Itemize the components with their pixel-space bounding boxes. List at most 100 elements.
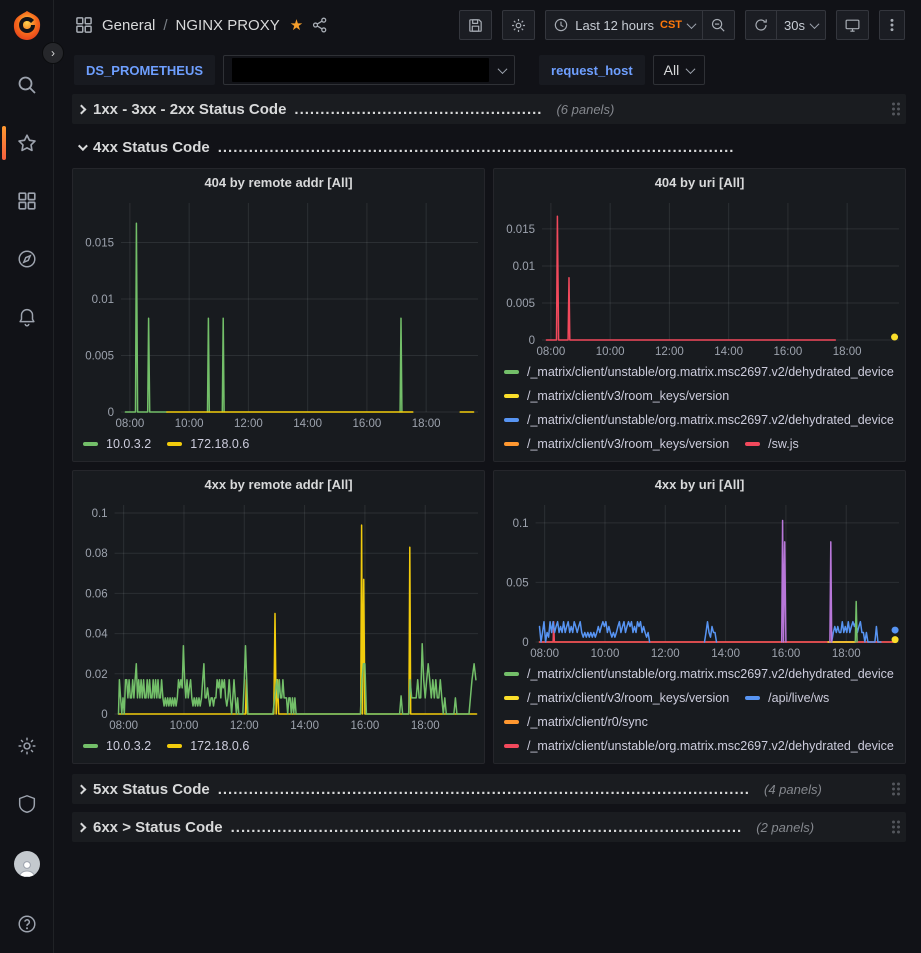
row-panel-count: (2 panels)	[756, 820, 814, 835]
zoom-out-icon	[710, 17, 727, 34]
dashboard-variables-bar: DS_PROMETHEUS request_host All	[54, 50, 921, 90]
legend-swatch	[167, 744, 182, 748]
shield-icon	[16, 793, 38, 815]
panel-header[interactable]: 404 by uri [All]	[494, 169, 905, 195]
panel-title: 404 by remote addr [All]	[204, 175, 352, 190]
row-drag-handle[interactable]	[892, 103, 900, 116]
zoom-out-button[interactable]	[703, 10, 735, 40]
chevron-down-icon	[686, 64, 696, 74]
time-range-picker[interactable]: Last 12 hours CST	[545, 10, 703, 40]
sidebar-item-configuration[interactable]	[14, 731, 40, 761]
refresh-interval-picker[interactable]: 30s	[777, 10, 826, 40]
share-icon[interactable]	[311, 16, 329, 34]
time-series-chart[interactable]: 08:0010:0012:0014:0016:0018:0000.0050.01…	[494, 195, 905, 361]
panel-title: 4xx by remote addr [All]	[204, 477, 352, 492]
legend-item[interactable]: /api/live/ws	[745, 689, 829, 706]
svg-text:10:00: 10:00	[175, 418, 204, 430]
legend-item[interactable]: /_matrix/client/unstable/org.matrix.msc2…	[504, 363, 894, 380]
gear-icon	[16, 735, 38, 757]
sidebar-item-explore[interactable]	[0, 244, 53, 274]
row-dots: ........................................…	[218, 139, 735, 156]
panel-title: 404 by uri [All]	[655, 175, 745, 190]
legend-item[interactable]: /_matrix/client/v3/room_keys/version	[504, 435, 729, 452]
legend-item[interactable]: /_matrix/client/r0/sync	[504, 713, 648, 730]
svg-text:0.015: 0.015	[506, 224, 535, 236]
legend-label: 172.18.0.6	[190, 437, 249, 451]
svg-text:0.01: 0.01	[513, 261, 535, 273]
panel-404-by-remote-addr: 404 by remote addr [All] 08:0010:0012:00…	[72, 168, 485, 462]
legend-item[interactable]: /_matrix/client/v3/room_keys/version	[504, 689, 729, 706]
breadcrumb: General / NGINX PROXY ★	[74, 15, 329, 35]
svg-text:14:00: 14:00	[293, 418, 322, 430]
request-host-variable-label[interactable]: request_host	[539, 55, 645, 85]
sidebar-item-starred[interactable]	[0, 128, 53, 158]
row-header-1xx-3xx-2xx[interactable]: 1xx - 3xx - 2xx Status Code ............…	[72, 94, 906, 124]
sidebar-item-alerting[interactable]	[0, 302, 53, 332]
sidebar-expand-button[interactable]: ›	[42, 42, 64, 64]
tv-mode-button[interactable]	[836, 10, 869, 40]
favorite-star-icon[interactable]: ★	[290, 16, 303, 34]
legend-item[interactable]: /_matrix/client/unstable/org.matrix.msc2…	[504, 665, 894, 682]
sidebar-item-dashboards[interactable]	[0, 186, 53, 216]
panel-header[interactable]: 4xx by remote addr [All]	[73, 471, 484, 497]
kebab-icon	[884, 17, 900, 33]
request-host-value: All	[664, 62, 680, 78]
time-series-chart[interactable]: 08:0010:0012:0014:0016:0018:0000.020.040…	[73, 497, 484, 735]
legend-item[interactable]: /_matrix/client/unstable/org.matrix.msc2…	[504, 737, 894, 754]
row-drag-handle[interactable]	[892, 821, 900, 834]
sidebar-item-profile[interactable]	[14, 847, 40, 881]
svg-text:0.08: 0.08	[85, 548, 107, 560]
legend-label: 172.18.0.6	[190, 739, 249, 753]
time-series-chart[interactable]: 08:0010:0012:0014:0016:0018:0000.0050.01…	[73, 195, 484, 433]
request-host-variable-select[interactable]: All	[653, 55, 706, 85]
datasource-variable-label[interactable]: DS_PROMETHEUS	[74, 55, 215, 85]
grafana-logo[interactable]	[9, 8, 45, 44]
refresh-button[interactable]	[745, 10, 777, 40]
sidebar-item-search[interactable]	[0, 70, 53, 100]
row-panel-count: (4 panels)	[764, 782, 822, 797]
legend-label: 10.0.3.2	[106, 739, 151, 753]
row-header-4xx[interactable]: 4xx Status Code ........................…	[72, 132, 906, 162]
svg-text:0: 0	[529, 335, 535, 347]
legend-label: /_matrix/client/unstable/org.matrix.msc2…	[527, 667, 894, 681]
legend-item[interactable]: /sw.js	[745, 435, 799, 452]
row-panel-count: (6 panels)	[556, 102, 614, 117]
svg-text:0.02: 0.02	[85, 669, 107, 681]
legend-label: /_matrix/client/v3/room_keys/version	[527, 437, 729, 451]
row-header-6xx[interactable]: 6xx > Status Code ......................…	[72, 812, 906, 842]
kebab-menu-button[interactable]	[879, 10, 905, 40]
row-drag-handle[interactable]	[892, 783, 900, 796]
dashboards-grid-icon	[16, 190, 38, 212]
breadcrumb-section[interactable]: General	[102, 17, 155, 34]
breadcrumb-separator: /	[163, 17, 167, 34]
dashboard-settings-button[interactable]	[502, 10, 535, 40]
avatar	[14, 851, 40, 877]
legend-item[interactable]: /_matrix/client/v3/room_keys/version	[504, 387, 729, 404]
legend-item[interactable]: 10.0.3.2	[83, 435, 151, 452]
panel-header[interactable]: 4xx by uri [All]	[494, 471, 905, 497]
sidebar: ›	[0, 0, 54, 953]
row-dots: ........................................…	[294, 101, 542, 118]
panel-header[interactable]: 404 by remote addr [All]	[73, 169, 484, 195]
svg-text:10:00: 10:00	[170, 720, 199, 732]
chart-legend: 10.0.3.2 172.18.0.6	[73, 433, 484, 461]
time-series-chart[interactable]: 08:0010:0012:0014:0016:0018:0000.050.1	[494, 497, 905, 663]
panel-title: 4xx by uri [All]	[655, 477, 745, 492]
legend-label: /_matrix/client/unstable/org.matrix.msc2…	[527, 739, 894, 753]
legend-item[interactable]: /_matrix/client/unstable/org.matrix.msc2…	[504, 411, 894, 428]
refresh-icon	[753, 17, 769, 33]
legend-item[interactable]: 172.18.0.6	[167, 435, 249, 452]
panel-404-by-uri: 404 by uri [All] 08:0010:0012:0014:0016:…	[493, 168, 906, 462]
legend-item[interactable]: 10.0.3.2	[83, 737, 151, 754]
help-circle-icon	[16, 913, 38, 935]
chart-legend: /_matrix/client/unstable/org.matrix.msc2…	[494, 663, 905, 763]
svg-text:08:00: 08:00	[109, 720, 138, 732]
row-header-5xx[interactable]: 5xx Status Code ........................…	[72, 774, 906, 804]
datasource-variable-select[interactable]	[223, 55, 515, 85]
sidebar-item-admin[interactable]	[14, 789, 40, 819]
sidebar-item-help[interactable]	[14, 909, 40, 939]
legend-swatch	[504, 394, 519, 398]
save-dashboard-button[interactable]	[459, 10, 492, 40]
legend-label: /_matrix/client/v3/room_keys/version	[527, 389, 729, 403]
legend-item[interactable]: 172.18.0.6	[167, 737, 249, 754]
